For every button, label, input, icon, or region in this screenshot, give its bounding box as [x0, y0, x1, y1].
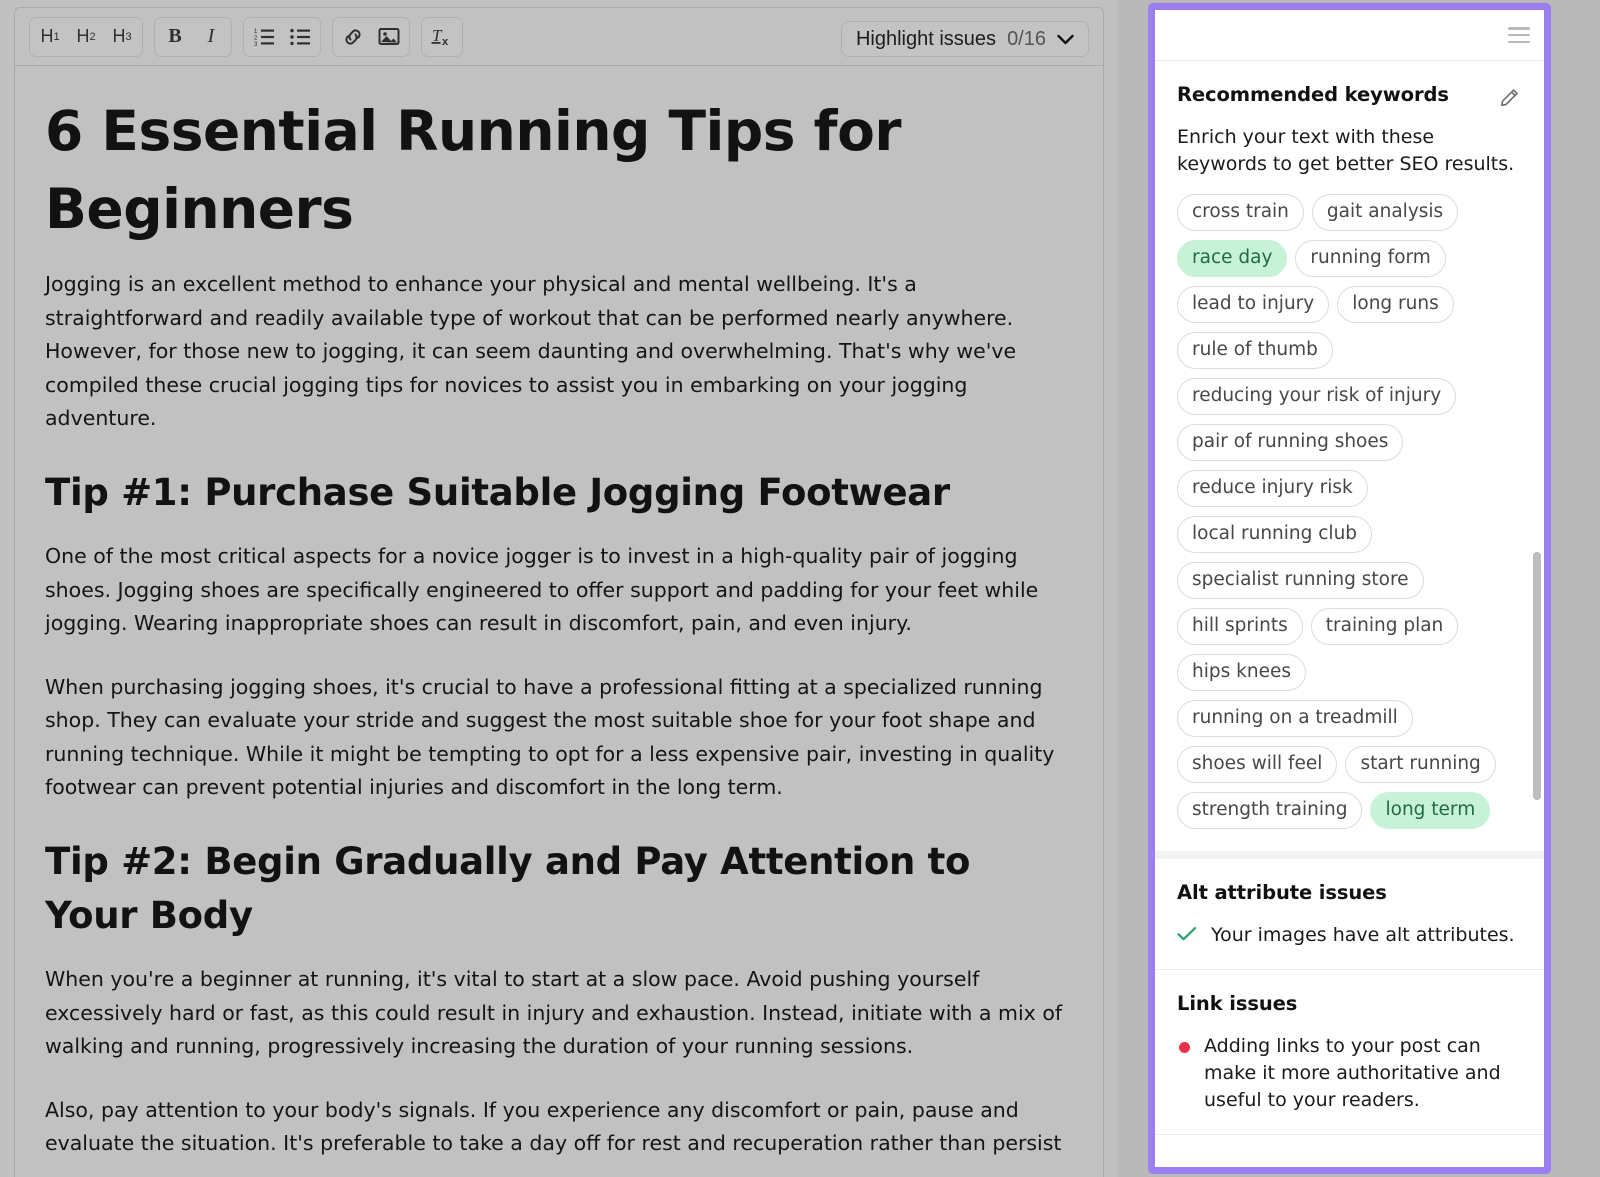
alt-attribute-issue-row: Your images have alt attributes. — [1177, 922, 1522, 949]
recommended-keywords-header: Recommended keywords — [1177, 83, 1522, 113]
italic-button[interactable]: I — [193, 21, 229, 53]
alt-attribute-issues-title: Alt attribute issues — [1177, 881, 1522, 904]
heading-2-button[interactable]: H2 — [68, 21, 104, 53]
sidebar-topbar — [1155, 10, 1544, 61]
pencil-edit-icon[interactable] — [1499, 83, 1522, 113]
keyword-chip-list: cross traingait analysisrace dayrunning … — [1177, 194, 1522, 829]
keyword-chip[interactable]: start running — [1345, 746, 1495, 783]
keyword-chip[interactable]: rule of thumb — [1177, 332, 1333, 369]
heading-3-button[interactable]: H3 — [104, 21, 140, 53]
document-body[interactable]: 6 Essential Running Tips for Beginners J… — [15, 66, 1103, 1161]
keyword-chip[interactable]: long runs — [1337, 286, 1454, 323]
alt-attribute-issues-section: Alt attribute issues Your images have al… — [1155, 859, 1544, 970]
keyword-chip[interactable]: local running club — [1177, 516, 1372, 553]
check-icon — [1177, 922, 1197, 947]
link-issue-row: Adding links to your post can make it mo… — [1177, 1033, 1522, 1114]
heading-1-button[interactable]: H1 — [32, 21, 68, 53]
toolbar-group-lists: 123 — [243, 17, 321, 57]
keyword-chip[interactable]: cross train — [1177, 194, 1304, 231]
link-issues-title: Link issues — [1177, 992, 1522, 1015]
paragraph-intro: Jogging is an excellent method to enhanc… — [45, 268, 1073, 436]
keyword-chip[interactable]: hill sprints — [1177, 608, 1303, 645]
highlight-issues-label: Highlight issues — [856, 28, 996, 51]
red-dot-icon — [1179, 1042, 1190, 1053]
keyword-chip[interactable]: running on a treadmill — [1177, 700, 1413, 737]
keyword-chip[interactable]: reduce injury risk — [1177, 470, 1368, 507]
insert-image-button[interactable] — [371, 21, 407, 53]
page-title: 6 Essential Running Tips for Beginners — [45, 92, 945, 248]
heading-tip-1: Tip #1: Purchase Suitable Jogging Footwe… — [45, 466, 1073, 520]
keyword-chip[interactable]: reducing your risk of injury — [1177, 378, 1456, 415]
chevron-down-icon — [1057, 34, 1074, 45]
recommended-keywords-section: Recommended keywords Enrich your text wi… — [1155, 61, 1544, 859]
recommended-keywords-description: Enrich your text with these keywords to … — [1177, 124, 1522, 178]
keyword-chip[interactable]: race day — [1177, 240, 1287, 277]
keyword-chip[interactable]: hips knees — [1177, 654, 1306, 691]
keyword-chip[interactable]: training plan — [1311, 608, 1459, 645]
bold-button[interactable]: B — [157, 21, 193, 53]
keyword-chip[interactable]: strength training — [1177, 792, 1362, 829]
paragraph-tip1-a: One of the most critical aspects for a n… — [45, 540, 1073, 641]
keyword-chip[interactable]: shoes will feel — [1177, 746, 1337, 783]
heading-tip-2: Tip #2: Begin Gradually and Pay Attentio… — [45, 835, 1073, 944]
paragraph-tip1-b: When purchasing jogging shoes, it's cruc… — [45, 671, 1073, 805]
hamburger-menu-icon[interactable] — [1508, 27, 1530, 43]
keyword-chip[interactable]: specialist running store — [1177, 562, 1424, 599]
highlight-issues-dropdown[interactable]: Highlight issues 0/16 — [841, 21, 1089, 57]
svg-text:x: x — [442, 36, 449, 48]
svg-text:2: 2 — [254, 35, 258, 41]
keyword-chip[interactable]: gait analysis — [1312, 194, 1458, 231]
keyword-chip[interactable]: long term — [1370, 792, 1490, 829]
editor-toolbar: H1 H2 H3 B I 123 — [15, 8, 1103, 66]
keyword-chip[interactable]: running form — [1295, 240, 1445, 277]
toolbar-group-text-style: B I — [154, 17, 232, 57]
bullet-list-button[interactable] — [282, 21, 318, 53]
seo-sidebar: Recommended keywords Enrich your text wi… — [1155, 10, 1544, 1167]
sidebar-scrollbar-thumb[interactable] — [1533, 552, 1541, 800]
keyword-chip[interactable]: lead to injury — [1177, 286, 1329, 323]
svg-text:1: 1 — [254, 29, 258, 35]
ordered-list-button[interactable]: 123 — [246, 21, 282, 53]
editor-region: H1 H2 H3 B I 123 — [0, 0, 1118, 1177]
link-issues-section: Link issues Adding links to your post ca… — [1155, 970, 1544, 1135]
link-issue-text: Adding links to your post can make it mo… — [1204, 1033, 1522, 1114]
editor-card: H1 H2 H3 B I 123 — [14, 7, 1104, 1177]
highlight-issues-count: 0/16 — [1007, 28, 1046, 51]
svg-text:3: 3 — [254, 41, 258, 45]
toolbar-group-clear: T x — [421, 17, 463, 57]
paragraph-tip2-b: Also, pay attention to your body's signa… — [45, 1094, 1073, 1161]
seo-sidebar-highlight-frame: Recommended keywords Enrich your text wi… — [1148, 3, 1551, 1174]
alt-attribute-issue-text: Your images have alt attributes. — [1211, 922, 1515, 949]
toolbar-group-insert — [332, 17, 410, 57]
insert-link-button[interactable] — [335, 21, 371, 53]
recommended-keywords-title: Recommended keywords — [1177, 83, 1449, 106]
clear-formatting-button[interactable]: T x — [424, 21, 460, 53]
keyword-chip[interactable]: pair of running shoes — [1177, 424, 1403, 461]
paragraph-tip2-a: When you're a beginner at running, it's … — [45, 963, 1073, 1064]
toolbar-group-headings: H1 H2 H3 — [29, 17, 143, 57]
